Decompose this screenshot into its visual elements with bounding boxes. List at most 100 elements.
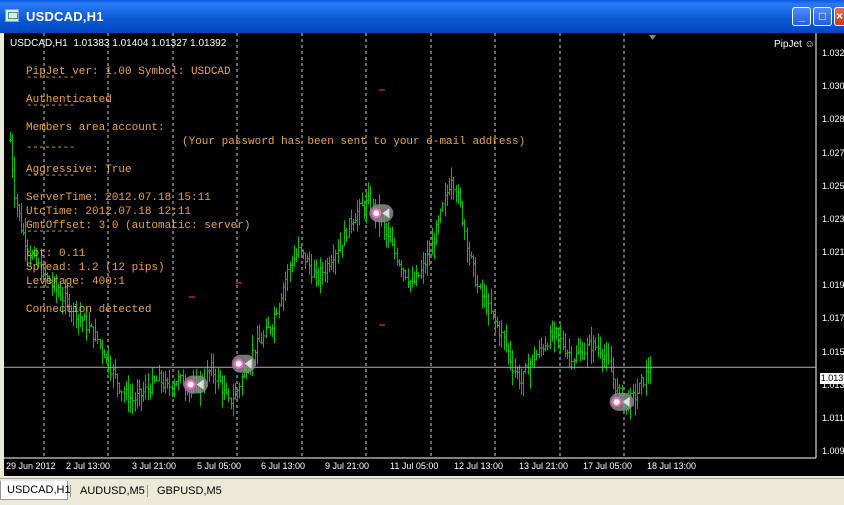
ohlc-bar	[120, 390, 123, 402]
time-tick-label: 12 Jul 13:00	[454, 461, 504, 471]
ohlc-bar	[568, 338, 571, 368]
trade-signal-marker[interactable]	[231, 354, 256, 373]
time-tick-label: 17 Jul 05:00	[583, 461, 633, 471]
close-button[interactable]: ×	[834, 7, 844, 26]
chart-header: USDCAD,H1 1.01383 1.01404 1.01327 1.0139…	[10, 38, 227, 49]
ohlc-bar	[588, 334, 591, 346]
ohlc-bar	[18, 204, 21, 222]
ohlc-bar	[160, 370, 163, 394]
ohlc-bar	[616, 377, 619, 394]
ohlc-bar	[544, 336, 547, 352]
ohlc-bar	[483, 283, 486, 308]
expert-advisor-label[interactable]: PipJet ☺	[774, 39, 815, 50]
ohlc-bar	[103, 349, 106, 359]
price-tick-label: 1.021	[822, 247, 844, 257]
time-tick-label: 3 Jul 21:00	[132, 461, 177, 471]
ohlc-bar	[81, 315, 84, 333]
ohlc-bar	[236, 387, 239, 400]
ohlc-bar	[306, 253, 309, 263]
ohlc-bar	[524, 363, 527, 374]
minimize-button[interactable]: _	[792, 7, 811, 26]
ohlc-bar	[13, 156, 16, 208]
ohlc-bar	[645, 359, 648, 396]
time-tick-label: 9 Jul 21:00	[325, 461, 370, 471]
ohlc-bar	[500, 320, 503, 348]
tab-divider	[147, 485, 148, 497]
ohlc-bar	[153, 375, 156, 384]
ohlc-bar	[334, 249, 337, 275]
price-tick-label: 1.030	[822, 81, 844, 92]
ohlc-bar	[409, 280, 412, 293]
chart-tab-audusd-m5[interactable]: AUDUSD,M5	[74, 482, 145, 500]
chart-window-icon	[5, 9, 19, 22]
chart-tabs: USDCAD,H1 AUDUSD,M5 GBPUSD,M5	[0, 478, 844, 505]
window-title: USDCAD,H1	[26, 9, 104, 24]
ohlc-bar	[566, 349, 569, 359]
ohlc-bar	[343, 220, 346, 247]
time-tick-label: 5 Jul 05:00	[197, 461, 242, 471]
ohlc-bar	[592, 335, 595, 363]
info-separator: --------	[26, 170, 75, 182]
info-line: UtcTime: 2012.07.18 12:11	[26, 206, 192, 218]
ohlc-bar	[297, 236, 300, 258]
time-tick-label: 18 Jul 13:00	[647, 461, 697, 471]
trade-signal-marker[interactable]	[369, 204, 394, 223]
ohlc-bar	[144, 374, 147, 400]
chart-tab-usdcad-h1[interactable]: USDCAD,H1	[0, 481, 71, 500]
current-price-label: 1.013	[820, 373, 844, 384]
ohlc-bar	[92, 325, 95, 348]
chart-tab-gbpusd-m5[interactable]: GBPUSD,M5	[151, 482, 223, 500]
ohlc-bar	[341, 244, 344, 258]
ohlc-bar	[339, 232, 342, 253]
ohlc-bar	[583, 342, 586, 360]
info-separator: --------	[26, 142, 75, 154]
chart-area[interactable]: USDCAD,H1 1.01383 1.01404 1.01327 1.0139…	[4, 33, 844, 476]
ohlc-bar	[212, 353, 215, 384]
price-tick-label: 1.017	[822, 313, 844, 324]
ohlc-bar	[638, 382, 641, 394]
price-tick-label: 1.019	[822, 280, 844, 291]
ohlc-bar	[164, 370, 167, 394]
ohlc-bar	[273, 306, 276, 344]
window-titlebar: USDCAD,H1 _ □ ×	[0, 0, 844, 33]
ohlc-bar	[358, 198, 361, 226]
time-tick-label: 13 Jul 21:00	[519, 461, 569, 471]
maximize-button[interactable]: □	[813, 7, 832, 26]
ohlc-bar	[540, 337, 543, 357]
time-tick-label: 2 Jul 13:00	[66, 461, 111, 471]
ohlc-bar	[407, 268, 410, 288]
price-tick-label: 1.027	[822, 147, 844, 158]
ohlc-bar	[271, 324, 274, 338]
ohlc-bar	[155, 375, 158, 382]
ohlc-bar	[179, 373, 182, 384]
ohlc-bar	[256, 325, 259, 365]
ohlc-bar	[396, 247, 399, 266]
ohlc-bar	[559, 324, 562, 354]
ohlc-bar	[348, 217, 351, 238]
price-tick-label: 1.011	[822, 412, 844, 423]
ohlc-bar	[594, 337, 597, 351]
trade-signal-marker[interactable]	[183, 375, 208, 394]
ohlc-bar	[289, 261, 292, 282]
ohlc-bar	[127, 375, 130, 413]
ohlc-bar	[446, 184, 449, 206]
chart-shift-marker[interactable]	[649, 35, 656, 40]
info-line: Connection detected	[26, 304, 152, 316]
ohlc-bar	[422, 252, 425, 284]
ohlc-bar	[603, 344, 606, 369]
ohlc-bar	[177, 369, 180, 391]
time-tick-label: 6 Jul 13:00	[261, 461, 306, 471]
price-chart[interactable]	[4, 33, 844, 476]
ohlc-bar	[269, 325, 272, 335]
trade-signal-marker[interactable]	[609, 392, 634, 411]
ohlc-bar	[549, 324, 552, 349]
ohlc-bar	[503, 330, 506, 351]
ohlc-bar	[313, 259, 316, 279]
ohlc-bar	[450, 167, 453, 200]
info-separator: --------	[26, 100, 75, 112]
ohlc-bar	[280, 293, 283, 307]
ohlc-bar	[151, 367, 154, 395]
ohlc-bar	[321, 262, 324, 285]
ohlc-bar	[131, 383, 134, 415]
ohlc-bar	[310, 253, 313, 284]
